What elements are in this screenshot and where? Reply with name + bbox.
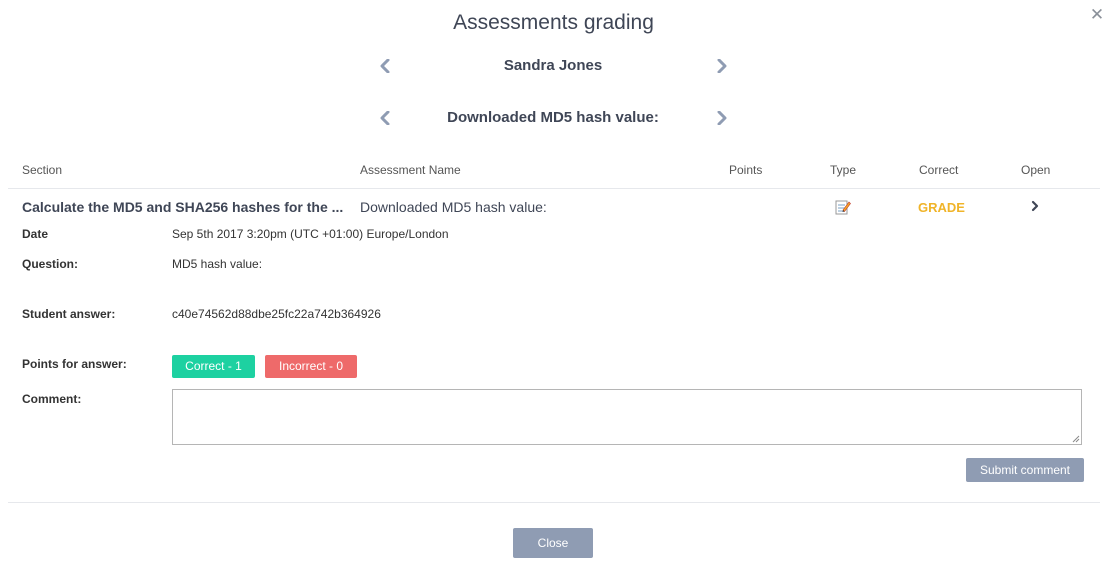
assessment-name-cell: Downloaded MD5 hash value:	[360, 199, 547, 215]
close-icon[interactable]: ✕	[1088, 6, 1106, 24]
mark-incorrect-button[interactable]: Incorrect - 0	[265, 355, 357, 378]
edit-note-icon	[835, 199, 851, 216]
student-name: Sandra Jones	[503, 57, 603, 74]
submit-comment-button[interactable]: Submit comment	[966, 458, 1084, 482]
grade-status: GRADE	[918, 200, 965, 215]
section-cell: Calculate the MD5 and SHA256 hashes for …	[22, 199, 344, 215]
chevron-right-icon	[717, 59, 727, 73]
points-for-answer-label: Points for answer:	[22, 357, 127, 371]
question-label: Downloaded MD5 hash value:	[447, 109, 659, 126]
column-header-assessment-name: Assessment Name	[360, 163, 461, 177]
column-header-type: Type	[830, 163, 857, 177]
chevron-left-icon	[380, 59, 390, 73]
open-button[interactable]	[1030, 199, 1044, 215]
column-header-section: Section	[22, 163, 63, 177]
comment-textarea[interactable]	[172, 389, 1082, 445]
date-value: Sep 5th 2017 3:20pm (UTC +01:00) Europe/…	[172, 227, 449, 241]
student-navigator: Sandra Jones	[0, 55, 1107, 79]
student-answer-value: c40e74562d88dbe25fc22a742b364926	[172, 307, 381, 321]
student-answer-label: Student answer:	[22, 307, 116, 321]
question-field-label: Question:	[22, 257, 78, 271]
next-question-button[interactable]	[712, 107, 732, 131]
page-title: Assessments grading	[453, 11, 654, 34]
column-header-open: Open	[1021, 163, 1051, 177]
previous-question-button[interactable]	[375, 107, 395, 131]
divider	[8, 502, 1100, 503]
table-row: Calculate the MD5 and SHA256 hashes for …	[0, 199, 1107, 219]
chevron-left-icon	[380, 111, 390, 125]
comment-label: Comment:	[22, 392, 82, 406]
column-header-points: Points	[729, 163, 763, 177]
next-student-button[interactable]	[712, 55, 732, 79]
previous-student-button[interactable]	[375, 55, 395, 79]
column-header-correct: Correct	[919, 163, 959, 177]
question-value: MD5 hash value:	[172, 257, 263, 271]
close-button[interactable]: Close	[513, 528, 593, 558]
date-label: Date	[22, 227, 49, 241]
chevron-right-icon	[1031, 200, 1039, 212]
resize-handle-icon[interactable]	[1072, 435, 1080, 443]
mark-correct-button[interactable]: Correct - 1	[172, 355, 255, 378]
table-header: Section Assessment Name Points Type Corr…	[8, 163, 1100, 189]
question-navigator: Downloaded MD5 hash value:	[0, 107, 1107, 131]
chevron-right-icon	[717, 111, 727, 125]
